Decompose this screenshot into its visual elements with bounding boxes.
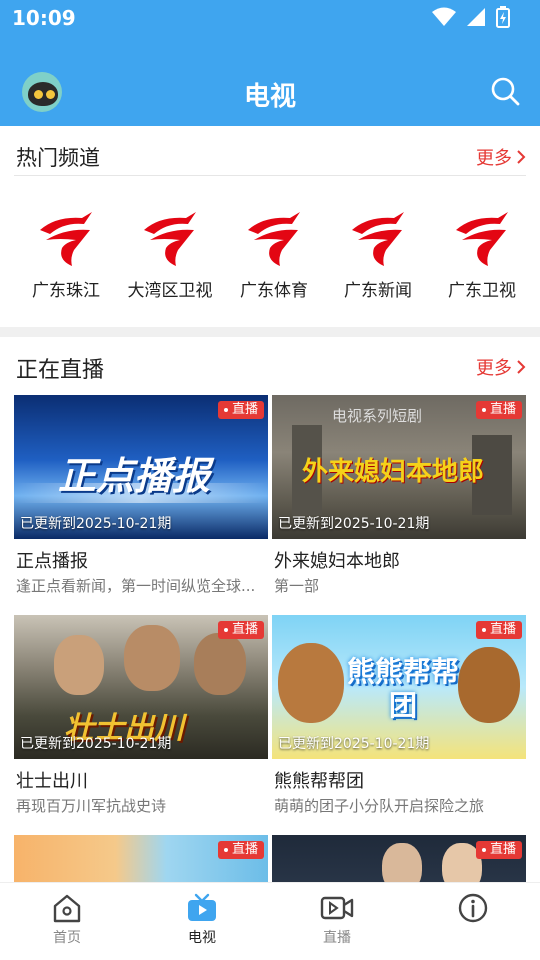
- thumbnail-figure: [194, 633, 246, 695]
- program-description: 萌萌的团子小分队开启探险之旅: [274, 797, 485, 815]
- more-label: 更多: [476, 358, 512, 379]
- program-description: 第一部: [274, 577, 320, 595]
- app-header: 电视: [0, 60, 540, 126]
- thumbnail-bear: [278, 643, 344, 723]
- channel-item[interactable]: 广东新闻: [326, 210, 430, 320]
- bottom-nav: 首页 电视 直播: [0, 882, 540, 960]
- chevron-right-icon: [517, 150, 526, 164]
- status-time: 10:09: [12, 6, 76, 30]
- thumbnail-title-art: 熊熊帮帮团: [346, 655, 459, 722]
- thumbnail-figure: [382, 843, 422, 882]
- signal-icon: [467, 8, 485, 26]
- thumbnail-title-art: 正点播报: [58, 454, 211, 498]
- updated-text: 已更新到2025-10-21期: [278, 516, 430, 532]
- nav-live[interactable]: 直播: [297, 893, 377, 947]
- live-card[interactable]: 熊熊帮帮团 直播 已更新到2025-10-21期 熊熊帮帮团 萌萌的团子小分队开…: [272, 615, 526, 827]
- live-badge: 直播: [217, 401, 264, 419]
- updated-text: 已更新到2025-10-21期: [20, 736, 172, 752]
- top-bar: 10:09 电视: [0, 0, 540, 126]
- updated-text: 已更新到2025-10-21期: [20, 516, 172, 532]
- live-card[interactable]: 壮士出川 直播 已更新到2025-10-21期 壮士出川 再现百万川军抗战史诗: [14, 615, 268, 827]
- live-badge: 直播: [217, 621, 264, 639]
- nav-label: 直播: [323, 930, 351, 946]
- live-badge: 直播: [475, 621, 522, 639]
- thumbnail-title-art: 外来媳妇本地郎: [302, 457, 485, 487]
- channel-item[interactable]: 大湾区卫视: [118, 210, 222, 320]
- channel-name: 广东体育: [240, 281, 308, 301]
- status-icons: [432, 6, 510, 28]
- more-label: 更多: [476, 148, 512, 169]
- tv-icon: [188, 893, 216, 921]
- program-description: 再现百万川军抗战史诗: [16, 797, 167, 815]
- hot-channels-header: 热门频道 更多: [0, 130, 540, 180]
- thumbnail-figure: [124, 625, 180, 691]
- section-gap: [0, 327, 540, 337]
- live-card[interactable]: 正点播报 直播 已更新到2025-10-21期 正点播报 逢正点看新闻，第一时间…: [14, 395, 268, 607]
- section-title: 热门频道: [16, 146, 100, 170]
- nav-tv[interactable]: 电视: [162, 893, 242, 947]
- program-title: 熊熊帮帮团: [274, 771, 364, 792]
- nav-home[interactable]: 首页: [27, 893, 107, 947]
- live-thumbnail: 直播: [272, 835, 526, 882]
- battery-icon: [496, 6, 510, 28]
- gdtv-logo-icon: [248, 212, 300, 266]
- search-icon[interactable]: [490, 76, 520, 106]
- thumbnail-top-text: 电视系列短剧: [332, 407, 423, 425]
- page-title: 电视: [243, 82, 296, 112]
- program-description: 逢正点看新闻，第一时间纵览全球...: [16, 577, 256, 595]
- live-card[interactable]: 电视系列短剧 外来媳妇本地郎 直播 已更新到2025-10-21期 外来媳妇本地…: [272, 395, 526, 607]
- channel-name: 广东珠江: [32, 281, 100, 301]
- live-more-button[interactable]: 更多: [476, 354, 526, 380]
- nav-label: 首页: [53, 930, 81, 946]
- live-badge: 直播: [217, 841, 264, 859]
- live-badge: 直播: [475, 401, 522, 419]
- channel-list: 广东珠江 大湾区卫视 广东体育 广东新闻 广东卫视: [0, 200, 540, 320]
- section-title: 正在直播: [16, 358, 105, 383]
- gdtv-logo-icon: [456, 212, 508, 266]
- gdtv-logo-icon: [40, 212, 92, 266]
- live-thumbnail: 壮士出川 直播 已更新到2025-10-21期: [14, 615, 268, 759]
- gdtv-logo-icon: [144, 212, 196, 266]
- channel-name: 广东新闻: [344, 281, 412, 301]
- program-title: 正点播报: [16, 551, 88, 572]
- channel-item[interactable]: 广东体育: [222, 210, 326, 320]
- program-title: 外来媳妇本地郎: [274, 551, 400, 572]
- live-thumbnail: 电视系列短剧 外来媳妇本地郎 直播 已更新到2025-10-21期: [272, 395, 526, 539]
- live-badge: 直播: [475, 841, 522, 859]
- channel-item[interactable]: 广东卫视: [430, 210, 534, 320]
- live-thumbnail: 熊熊帮帮团 直播 已更新到2025-10-21期: [272, 615, 526, 759]
- channel-name: 大湾区卫视: [127, 281, 213, 301]
- chevron-right-icon: [517, 360, 526, 374]
- live-thumbnail: 直播: [14, 835, 268, 882]
- updated-text: 已更新到2025-10-21期: [278, 736, 430, 752]
- video-camera-icon: [320, 896, 354, 920]
- status-bar: 10:09: [0, 0, 540, 36]
- channel-name: 广东卫视: [448, 281, 516, 301]
- program-title: 壮士出川: [16, 771, 88, 792]
- live-thumbnail: 正点播报 直播 已更新到2025-10-21期: [14, 395, 268, 539]
- channel-item[interactable]: 广东珠江: [14, 210, 118, 320]
- home-icon: [53, 894, 81, 923]
- live-card[interactable]: 直播: [14, 835, 268, 882]
- info-icon: [458, 893, 488, 923]
- hot-channels-more-button[interactable]: 更多: [476, 144, 526, 170]
- thumbnail-figure: [54, 635, 104, 695]
- gdtv-logo-icon: [352, 212, 404, 266]
- nav-label: 电视: [188, 930, 216, 946]
- live-card[interactable]: 直播: [272, 835, 526, 882]
- divider: [14, 175, 526, 176]
- live-header: 正在直播 更多: [0, 340, 540, 390]
- nav-info[interactable]: [433, 893, 513, 927]
- wifi-icon: [432, 7, 456, 26]
